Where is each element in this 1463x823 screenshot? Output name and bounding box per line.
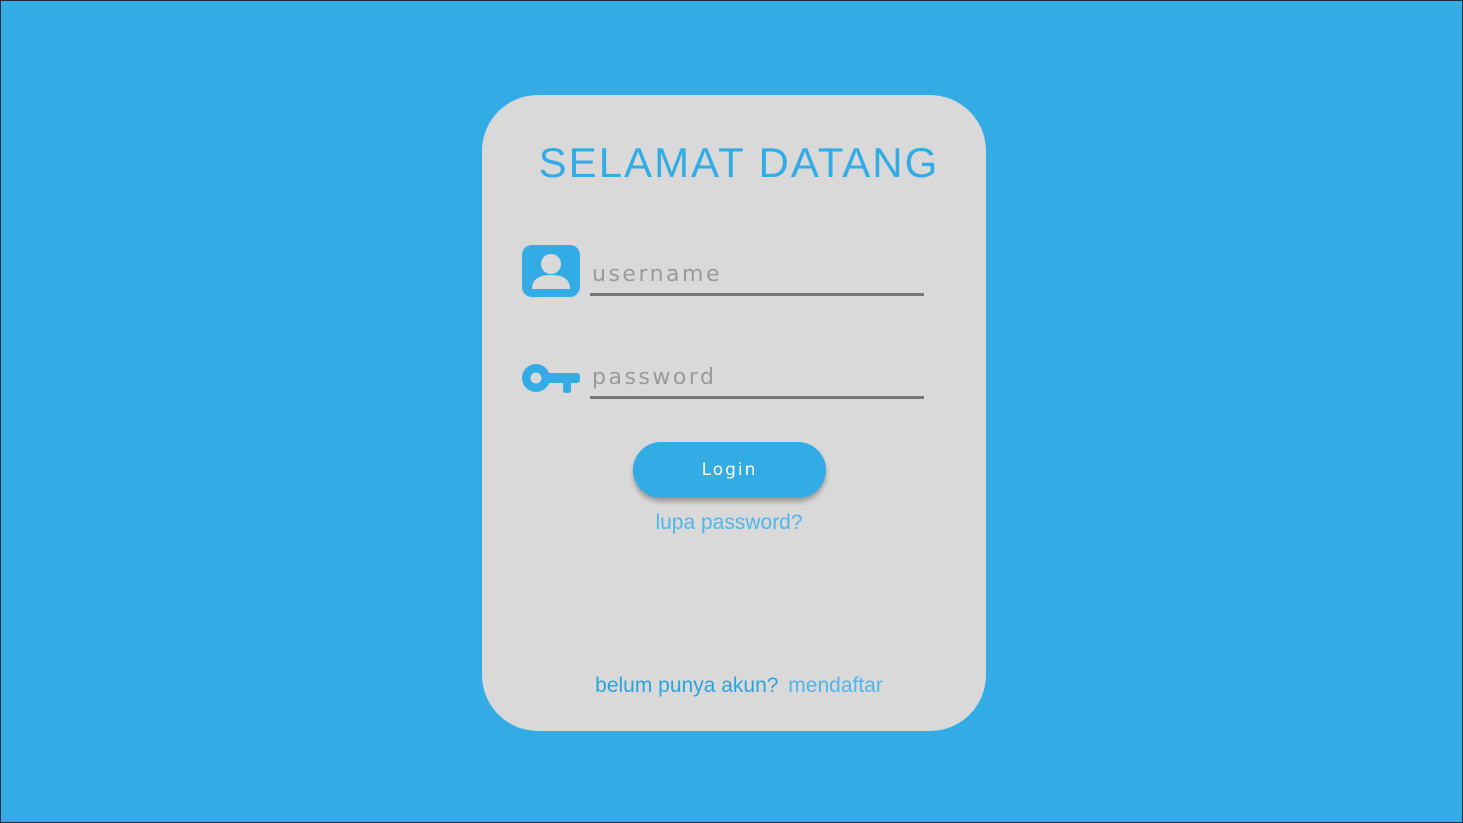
key-icon: [522, 364, 580, 393]
password-input[interactable]: [590, 359, 924, 399]
forgot-password-link[interactable]: lupa password?: [482, 511, 976, 535]
signup-question: belum punya akun?: [595, 674, 779, 697]
username-input[interactable]: [590, 256, 924, 296]
login-button[interactable]: Login: [633, 442, 826, 498]
login-card: SELAMAT DATANG Login lupa password? belu…: [482, 95, 986, 731]
signup-prompt: belum punya akun? mendaftar: [482, 673, 996, 699]
user-icon: [522, 245, 580, 297]
page-title: SELAMAT DATANG: [538, 139, 940, 186]
signup-link[interactable]: mendaftar: [788, 674, 883, 697]
